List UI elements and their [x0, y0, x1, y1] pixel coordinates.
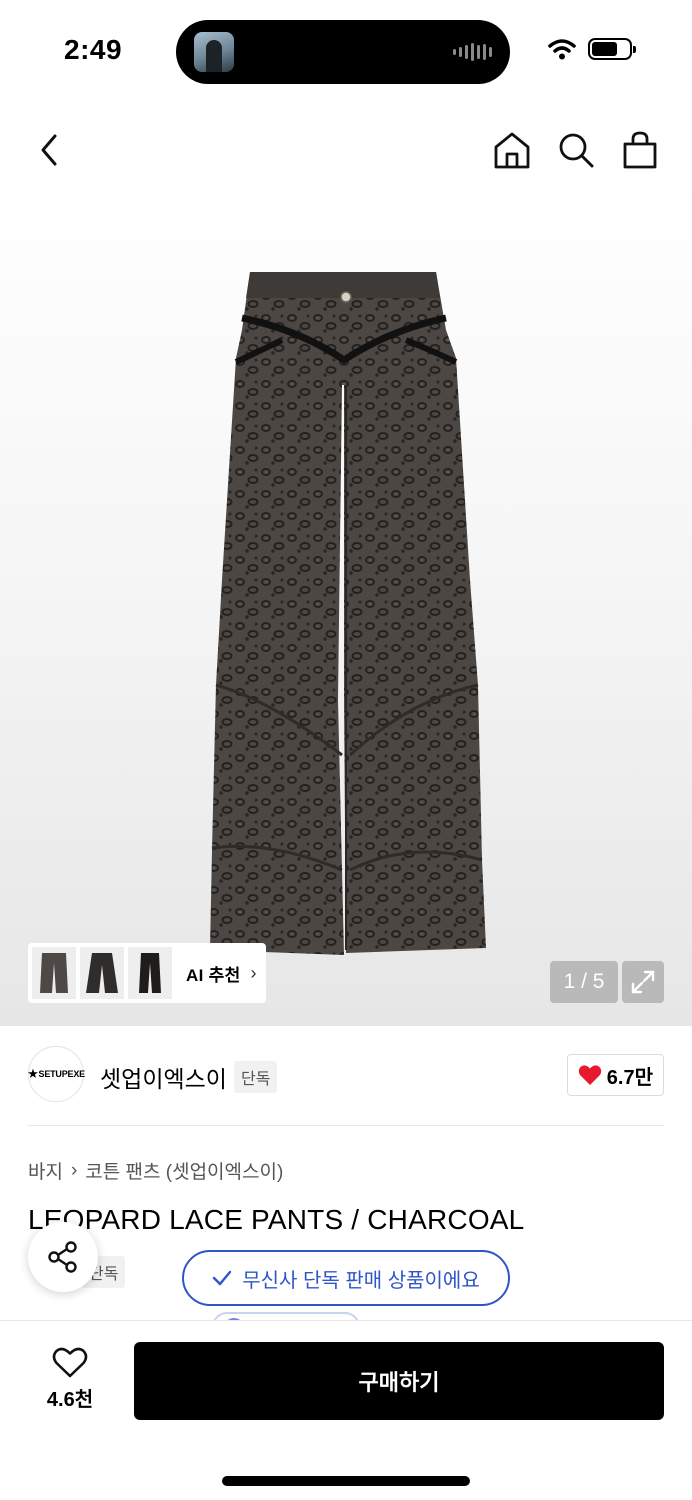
brand-row: ★ SETUPEXE 셋업이엑스이 단독 6.7만	[27, 1046, 664, 1106]
breadcrumb-category[interactable]: 바지	[28, 1157, 63, 1184]
home-icon	[494, 132, 530, 169]
back-button[interactable]	[28, 128, 72, 172]
cart-button[interactable]	[618, 128, 662, 172]
ai-thumbnail[interactable]	[80, 947, 124, 999]
chevron-left-icon	[41, 134, 57, 166]
product-image[interactable]	[0, 180, 692, 1026]
search-icon	[559, 133, 594, 168]
exclusive-notice-text: 무신사 단독 판매 상품이에요	[242, 1269, 480, 1292]
image-page-counter: 1 / 5	[550, 961, 618, 1003]
brand-like-button[interactable]: 6.7만	[566, 1054, 664, 1096]
chevron-right-icon: ›	[250, 962, 257, 983]
star-icon: ★	[27, 1066, 39, 1081]
dynamic-island	[176, 20, 510, 84]
battery-level	[592, 42, 618, 56]
status-time: 2:49	[64, 34, 123, 65]
chevron-right-icon: ›	[70, 1159, 78, 1181]
exclusive-badge: 단독	[234, 1061, 278, 1093]
share-icon	[48, 1241, 77, 1273]
bottom-action-bar: 4.6천 구매하기	[0, 1320, 692, 1500]
ai-thumbnail[interactable]	[128, 947, 172, 999]
ai-recommend-button[interactable]: AI 추천 ›	[28, 943, 266, 1003]
ai-recommend-label: AI 추천	[186, 965, 241, 985]
expand-image-button[interactable]	[622, 961, 664, 1003]
audio-wave-icon	[453, 43, 492, 61]
status-icons	[548, 38, 636, 60]
battery-icon	[588, 38, 636, 60]
top-navigation	[0, 120, 692, 180]
wishlist-count: 4.6천	[46, 1389, 94, 1411]
wishlist-button[interactable]: 4.6천	[30, 1347, 110, 1417]
home-button[interactable]	[490, 128, 534, 172]
share-button[interactable]	[28, 1222, 98, 1292]
heart-filled-icon	[578, 1065, 602, 1085]
brand-like-count: 6.7만	[606, 1066, 653, 1089]
divider	[28, 1125, 664, 1126]
brand-name[interactable]: 셋업이엑스이	[100, 1060, 227, 1094]
search-button[interactable]	[554, 128, 598, 172]
expand-icon	[631, 970, 655, 994]
shopping-bag-icon	[623, 131, 657, 169]
ai-thumbnail[interactable]	[32, 947, 76, 999]
wifi-icon	[548, 39, 576, 60]
exclusive-notice-toast: 무신사 단독 판매 상품이에요	[182, 1250, 510, 1306]
status-bar: 2:49	[0, 0, 692, 100]
home-indicator	[222, 1476, 470, 1486]
checkmark-icon	[213, 1270, 232, 1286]
now-playing-artwork	[194, 32, 234, 72]
product-gallery[interactable]: AI 추천 › 1 / 5	[0, 180, 692, 1026]
breadcrumb: 바지 › 코튼 팬츠 (셋업이엑스이)	[28, 1157, 283, 1184]
product-title: LEOPARD LACE PANTS / CHARCOAL	[28, 1204, 525, 1235]
heart-outline-icon	[52, 1347, 88, 1378]
buy-button[interactable]: 구매하기	[134, 1342, 664, 1420]
brand-logo[interactable]: ★ SETUPEXE	[27, 1046, 85, 1102]
breadcrumb-subcategory[interactable]: 코튼 팬츠 (셋업이엑스이)	[85, 1157, 283, 1184]
